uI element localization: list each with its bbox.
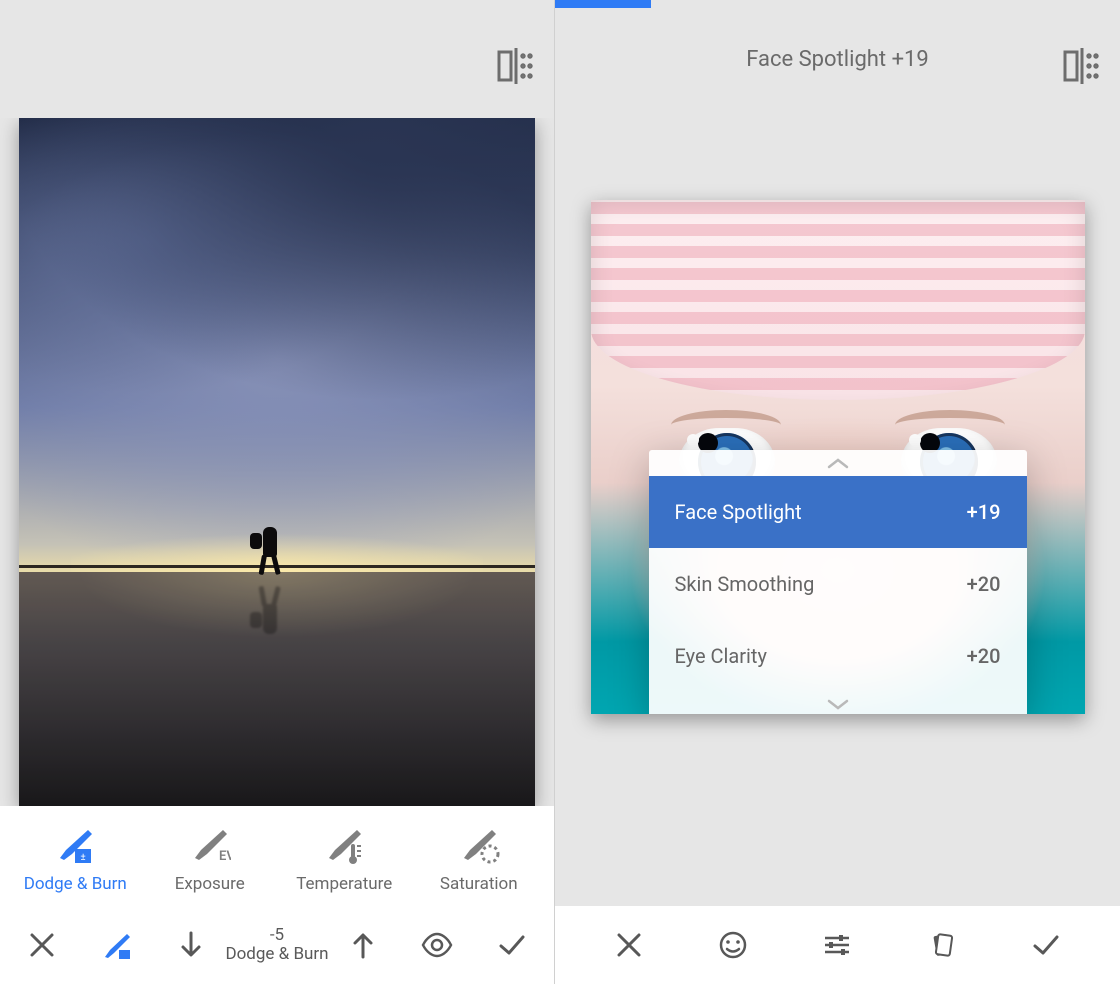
photo-beach <box>19 118 535 806</box>
apply-button[interactable] <box>1026 925 1066 965</box>
brush-icon <box>101 929 133 961</box>
adjust-button[interactable] <box>817 925 857 965</box>
brush-tool-row: ± Dodge & Burn EV Exposure Temperature S… <box>0 806 554 906</box>
slider-eye-clarity[interactable]: Eye Clarity +20 <box>649 620 1027 692</box>
svg-text:±: ± <box>81 852 86 863</box>
compare-icon <box>496 48 536 84</box>
cards-icon <box>926 929 958 961</box>
slider-value: +20 <box>967 572 1001 596</box>
slider-label: Skin Smoothing <box>675 572 815 596</box>
face-button[interactable] <box>713 925 753 965</box>
svg-text:EV: EV <box>219 849 231 864</box>
eye-icon <box>421 929 453 961</box>
arrow-up-icon <box>347 929 379 961</box>
stepper-value: -5 <box>225 926 328 945</box>
compare-button[interactable] <box>496 48 536 88</box>
editor-pane-portrait: Face Spotlight +19 <box>554 0 1120 984</box>
brush-exposure-icon: EV <box>189 824 231 864</box>
brush-saturation-icon <box>458 824 500 864</box>
check-icon <box>496 929 528 961</box>
panel-scroll-up[interactable] <box>649 450 1027 476</box>
tool-label: Temperature <box>296 874 392 894</box>
canvas-spacer <box>555 828 1120 906</box>
slider-value: +20 <box>967 644 1001 668</box>
adjustment-title: Face Spotlight +19 <box>746 47 929 72</box>
image-canvas-left[interactable] <box>0 118 554 806</box>
figure-silhouette <box>256 527 284 579</box>
compare-button[interactable] <box>1062 48 1102 88</box>
close-icon <box>26 929 58 961</box>
value-stepper: -5 Dodge & Burn <box>171 925 382 965</box>
face-icon <box>717 929 749 961</box>
topbar-left <box>0 0 554 118</box>
slider-label: Eye Clarity <box>675 644 767 668</box>
topbar-right: Face Spotlight +19 <box>555 0 1120 118</box>
arrow-down-icon <box>175 929 207 961</box>
adjustment-slider-panel[interactable]: Face Spotlight +19 Skin Smoothing +20 Ey… <box>649 450 1027 714</box>
sliders-icon <box>821 929 853 961</box>
tool-label: Saturation <box>440 874 518 894</box>
panel-scroll-down[interactable] <box>649 692 1027 714</box>
close-icon <box>613 929 645 961</box>
compare-icon <box>1062 48 1102 84</box>
slider-face-spotlight[interactable]: Face Spotlight +19 <box>649 476 1027 548</box>
tool-label: Exposure <box>175 874 245 894</box>
action-row-left: -5 Dodge & Burn <box>0 906 554 984</box>
editor-pane-brush: ± Dodge & Burn EV Exposure Temperature S… <box>0 0 554 984</box>
active-brush-indicator[interactable] <box>97 925 137 965</box>
tool-label: Dodge & Burn <box>24 874 127 894</box>
brush-dodge-burn-icon: ± <box>54 824 96 864</box>
slider-skin-smoothing[interactable]: Skin Smoothing +20 <box>649 548 1027 620</box>
brush-temperature-icon <box>323 824 365 864</box>
check-icon <box>1030 929 1062 961</box>
stepper-tool-name: Dodge & Burn <box>225 944 328 964</box>
tool-temperature[interactable]: Temperature <box>280 824 408 894</box>
tool-dodge-burn[interactable]: ± Dodge & Burn <box>11 824 139 894</box>
increase-button[interactable] <box>343 925 383 965</box>
apply-button[interactable] <box>492 925 532 965</box>
value-progress-bar <box>555 0 651 8</box>
cancel-button[interactable] <box>609 925 649 965</box>
action-row-right <box>555 906 1120 984</box>
decrease-button[interactable] <box>171 925 211 965</box>
slider-value: +19 <box>967 500 1001 524</box>
tool-saturation[interactable]: Saturation <box>415 824 543 894</box>
cancel-button[interactable] <box>22 925 62 965</box>
styles-button[interactable] <box>922 925 962 965</box>
chevron-down-icon <box>826 698 850 712</box>
slider-label: Face Spotlight <box>675 500 802 524</box>
preview-button[interactable] <box>417 925 457 965</box>
tool-exposure[interactable]: EV Exposure <box>146 824 274 894</box>
chevron-up-icon <box>826 456 850 470</box>
stepper-label: -5 Dodge & Burn <box>225 926 328 963</box>
image-canvas-right[interactable]: Face Spotlight +19 Skin Smoothing +20 Ey… <box>555 118 1120 828</box>
photo-baby: Face Spotlight +19 Skin Smoothing +20 Ey… <box>591 200 1085 714</box>
